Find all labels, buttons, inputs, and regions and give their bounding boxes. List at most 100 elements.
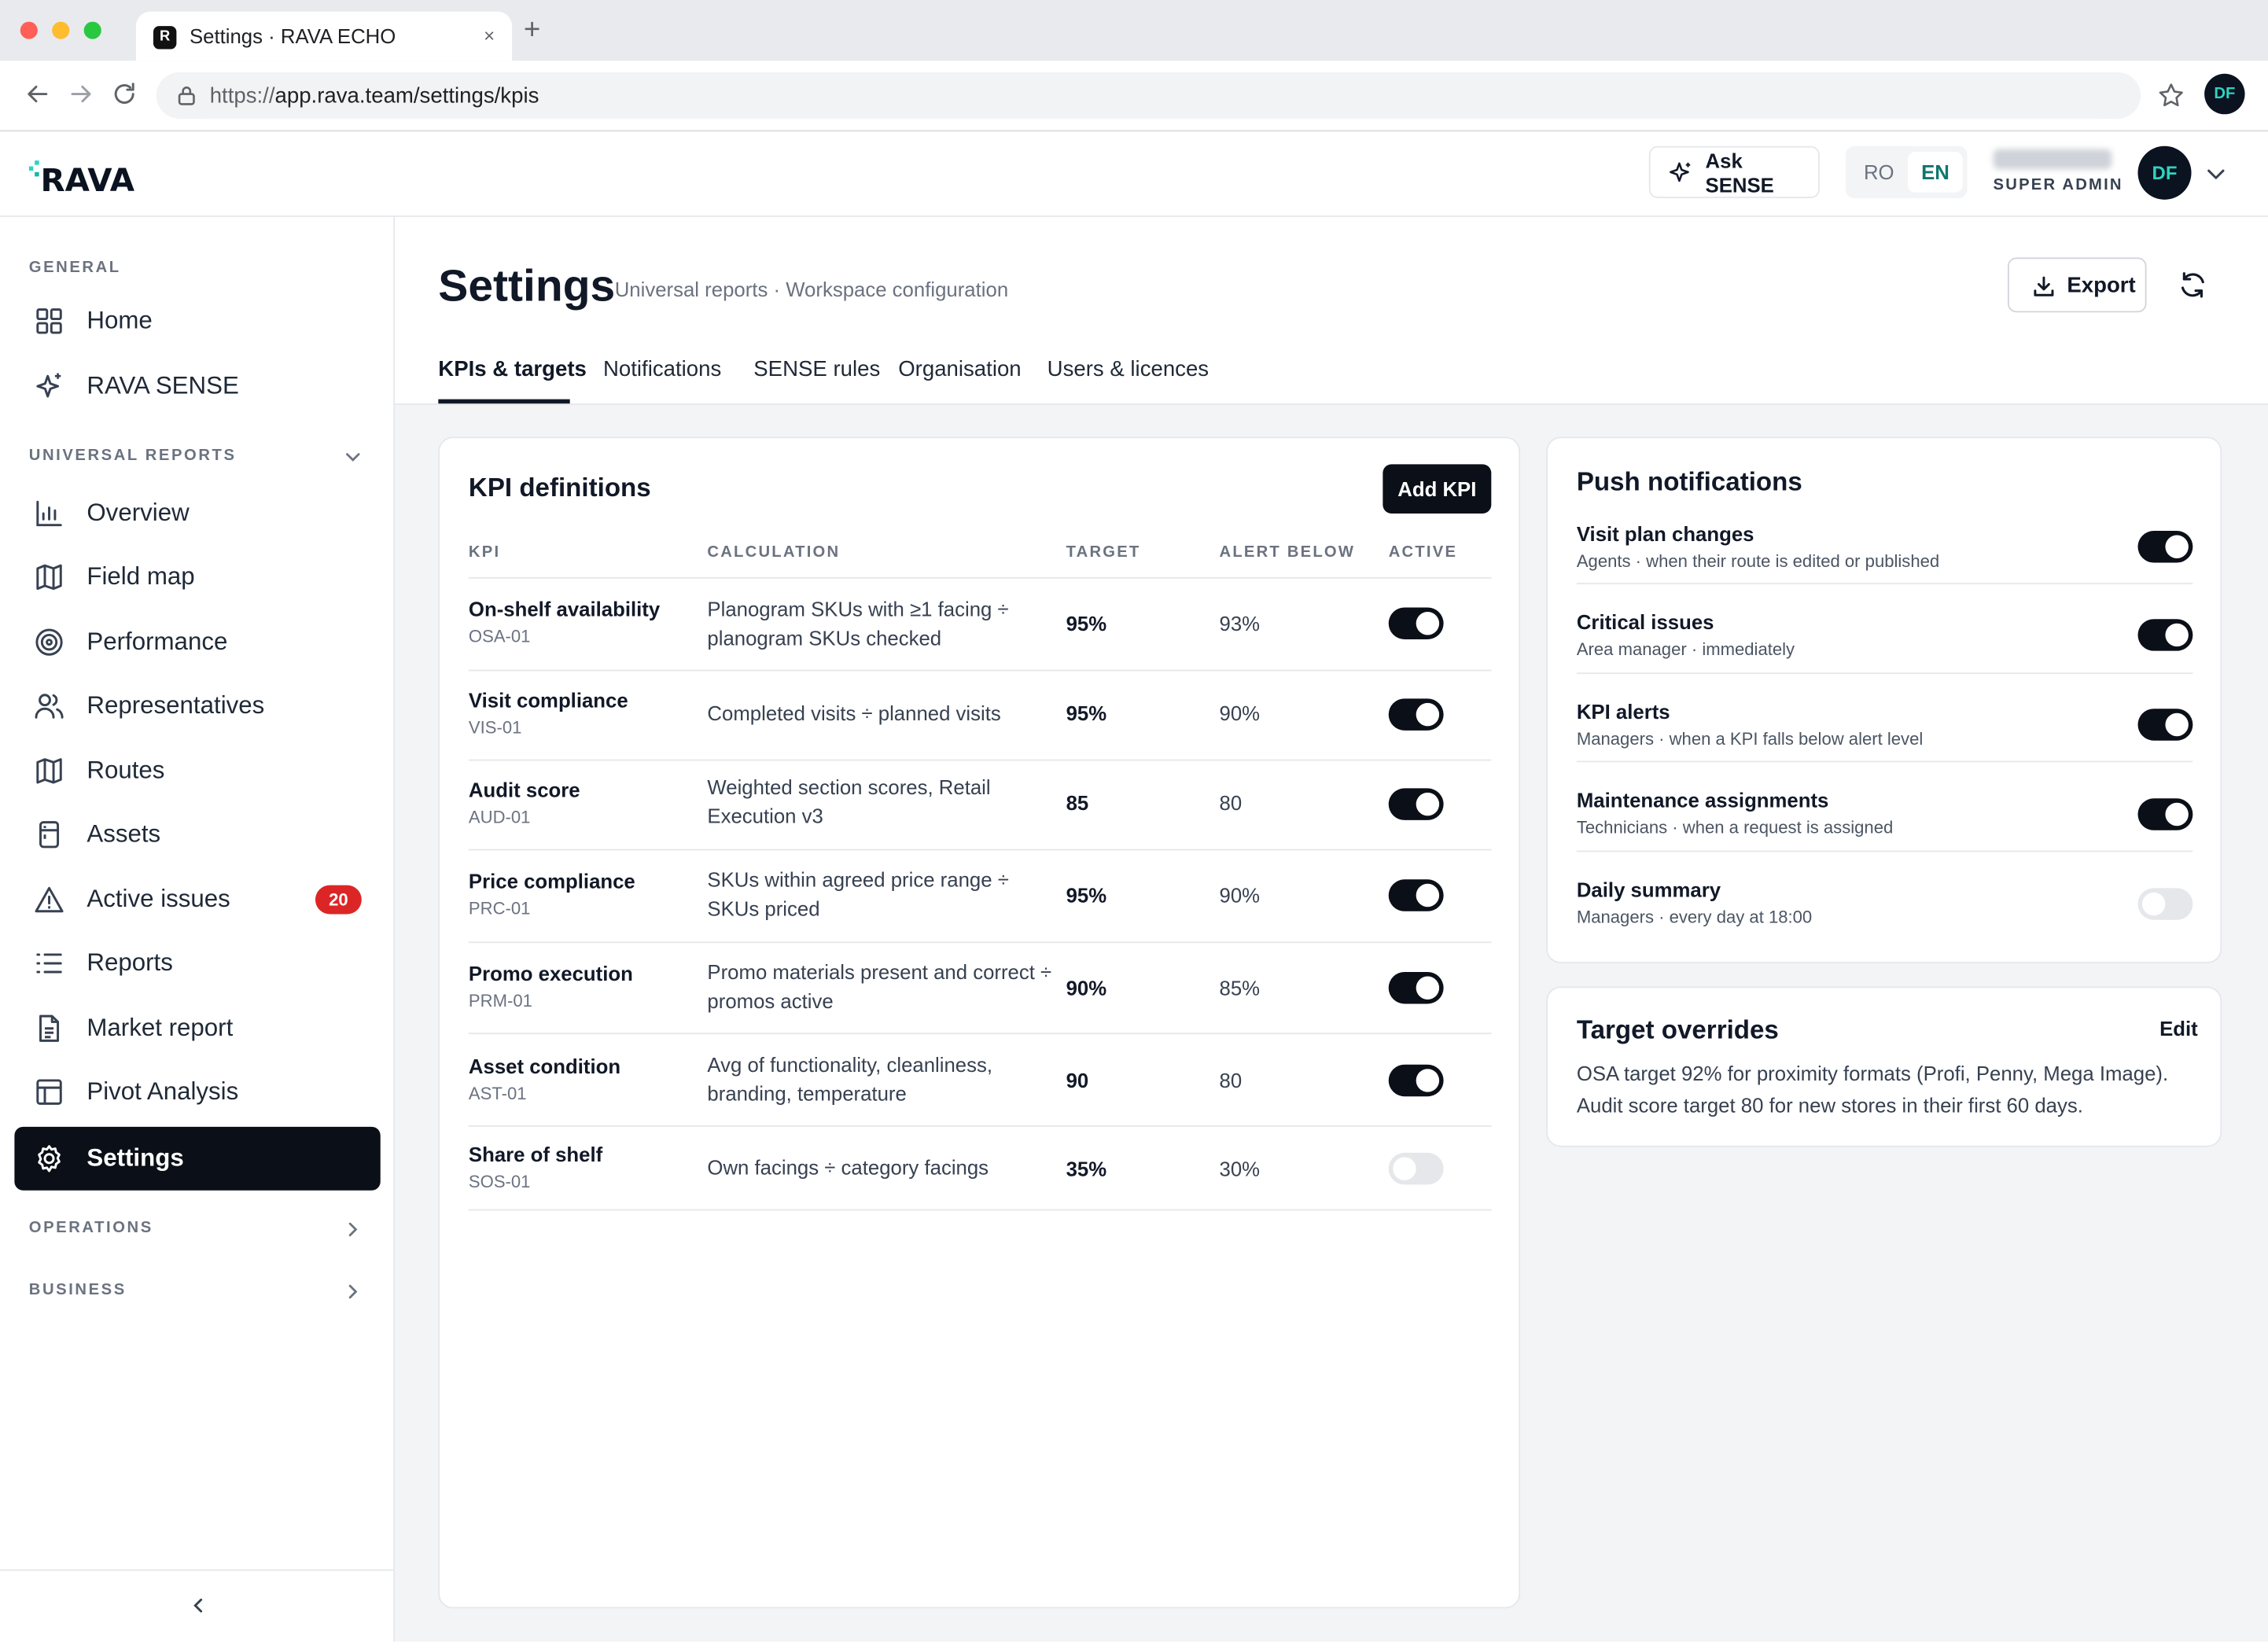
notification-toggle[interactable]: [2137, 798, 2193, 830]
kpi-active-toggle[interactable]: [1388, 1064, 1444, 1097]
lang-en-option[interactable]: EN: [1908, 152, 1963, 193]
kpi-active-toggle[interactable]: [1388, 607, 1444, 639]
sidebar-item-field-map[interactable]: Field map: [14, 545, 380, 609]
chevron-right-icon[interactable]: [343, 1282, 363, 1302]
add-kpi-button[interactable]: Add KPI: [1383, 464, 1492, 514]
col-active: ACTIVE: [1388, 543, 1458, 561]
user-avatar[interactable]: DF: [2137, 145, 2192, 200]
notification-toggle[interactable]: [2137, 619, 2193, 651]
sidebar-item-home[interactable]: Home: [14, 289, 380, 353]
sidebar-item-routes[interactable]: Routes: [14, 739, 380, 803]
collapse-sidebar-icon[interactable]: [188, 1596, 208, 1616]
kpi-target[interactable]: 95%: [1066, 612, 1107, 635]
push-notifications-card: Push notifications Visit plan changes Ag…: [1546, 436, 2222, 963]
kpi-target[interactable]: 85: [1066, 791, 1089, 814]
kpi-alert[interactable]: 90%: [1220, 701, 1261, 724]
kpi-active-toggle[interactable]: [1388, 972, 1444, 1004]
notification-row: Visit plan changes Agents · when their r…: [1576, 522, 2193, 612]
kpi-code: AST-01: [468, 1083, 527, 1104]
sense-label: SENSE: [1705, 173, 1774, 197]
sidebar-item-active-issues[interactable]: Active issues 20: [14, 868, 380, 932]
notification-toggle[interactable]: [2137, 709, 2193, 741]
chevron-down-icon[interactable]: [343, 447, 363, 467]
sidebar-item-performance[interactable]: Performance: [14, 610, 380, 674]
browser-profile-avatar[interactable]: DF: [2204, 73, 2245, 115]
bookmark-star-icon[interactable]: [2156, 81, 2185, 110]
sidebar-item-reports[interactable]: Reports: [14, 932, 380, 996]
minimize-window-dot[interactable]: [52, 21, 70, 39]
sidebar-item-representatives[interactable]: Representatives: [14, 674, 380, 738]
forward-arrow-icon[interactable]: [67, 79, 96, 109]
kpi-alert[interactable]: 85%: [1220, 977, 1261, 1000]
users-icon: [35, 694, 64, 719]
chevron-down-icon[interactable]: [2204, 162, 2227, 185]
sidebar-item-assets[interactable]: Assets: [14, 803, 380, 867]
tab-kpis-targets[interactable]: KPIs & targets: [438, 357, 587, 381]
url-field[interactable]: https://app.rava.team/settings/kpis: [156, 72, 2141, 119]
notification-toggle[interactable]: [2137, 888, 2193, 920]
kpi-active-toggle[interactable]: [1388, 788, 1444, 820]
notification-description: Managers · when a KPI falls below alert …: [1576, 729, 1924, 749]
list-icon: [36, 953, 62, 974]
table-row[interactable]: Visit compliance VIS-01 Completed visits…: [469, 671, 1491, 762]
kpi-active-toggle[interactable]: [1388, 1152, 1444, 1185]
sidebar-item-market-report[interactable]: Market report: [14, 996, 380, 1060]
lang-ro-option[interactable]: RO: [1851, 152, 1906, 193]
kpi-alert[interactable]: 93%: [1220, 612, 1261, 635]
export-button[interactable]: Export: [2007, 257, 2147, 313]
kpi-code: PRM-01: [468, 990, 532, 1011]
sidebar-item-overview[interactable]: Overview: [14, 481, 380, 545]
table-row[interactable]: Share of shelf SOS-01 Own facings ÷ cate…: [469, 1127, 1491, 1218]
table-row[interactable]: Promo execution PRM-01 Promo materials p…: [469, 943, 1491, 1034]
kpi-active-toggle[interactable]: [1388, 879, 1444, 911]
browser-tab[interactable]: R Settings · RAVA ECHO ×: [135, 11, 513, 61]
kpi-alert[interactable]: 30%: [1220, 1157, 1261, 1180]
kpi-code: PRC-01: [468, 898, 531, 919]
kpi-target[interactable]: 95%: [1066, 701, 1107, 724]
ask-sense-button[interactable]: Ask SENSE: [1648, 145, 1820, 198]
kpi-active-toggle[interactable]: [1388, 698, 1444, 731]
kpi-alert[interactable]: 80: [1220, 791, 1243, 814]
kpi-target[interactable]: 95%: [1066, 884, 1107, 907]
kpi-target[interactable]: 90%: [1066, 977, 1107, 1000]
table-row[interactable]: On-shelf availability OSA-01 Planogram S…: [469, 579, 1491, 670]
close-window-dot[interactable]: [20, 21, 38, 39]
tab-organisation[interactable]: Organisation: [898, 357, 1021, 381]
section-business[interactable]: BUSINESS: [29, 1282, 127, 1299]
back-arrow-icon[interactable]: [23, 79, 52, 109]
divider: [1576, 672, 2193, 675]
maximize-window-dot[interactable]: [83, 21, 101, 39]
sidebar-item-pivot-analysis[interactable]: Pivot Analysis: [14, 1060, 380, 1124]
page-subtitle: Universal reports · Workspace configurat…: [614, 278, 1009, 301]
col-kpi: KPI: [468, 543, 501, 561]
sidebar-item-label: Pivot Analysis: [87, 1077, 239, 1106]
chevron-right-icon[interactable]: [343, 1220, 363, 1240]
new-tab-icon[interactable]: +: [524, 13, 540, 48]
tab-users-licences[interactable]: Users & licences: [1047, 357, 1209, 381]
refresh-icon[interactable]: [2177, 269, 2208, 300]
table-icon: [36, 1079, 62, 1105]
kpi-alert[interactable]: 80: [1220, 1069, 1243, 1092]
tab-sense-rules[interactable]: SENSE rules: [753, 357, 880, 381]
sidebar-item-rava-sense[interactable]: RAVA SENSE: [14, 355, 380, 418]
sidebar-item-settings[interactable]: Settings: [14, 1126, 381, 1191]
user-role: SUPER ADMIN: [1993, 176, 2123, 194]
notification-toggle[interactable]: [2137, 531, 2193, 563]
kpi-target[interactable]: 35%: [1066, 1157, 1107, 1180]
kpi-name: Audit score: [468, 778, 580, 801]
table-row[interactable]: Asset condition AST-01 Avg of functional…: [469, 1034, 1491, 1125]
overrides-text: OSA target 92% for proximity formats (Pr…: [1576, 1062, 2169, 1117]
reload-icon[interactable]: [110, 79, 139, 109]
table-row[interactable]: Audit score AUD-01 Weighted section scor…: [469, 760, 1491, 852]
kpi-alert[interactable]: 90%: [1220, 884, 1261, 907]
language-switch: RO EN: [1845, 145, 1968, 198]
kpi-target[interactable]: 90: [1066, 1069, 1089, 1092]
section-operations[interactable]: OPERATIONS: [29, 1220, 153, 1237]
edit-overrides-link[interactable]: Edit: [2159, 1017, 2198, 1040]
notification-row: Daily summary Managers · every day at 18…: [1577, 878, 2193, 967]
sidebar-item-label: Representatives: [87, 691, 265, 720]
tab-close-icon[interactable]: ×: [484, 24, 495, 46]
table-row[interactable]: Price compliance PRC-01 SKUs within agre…: [469, 851, 1491, 942]
rava-logo[interactable]: RAVA: [28, 157, 151, 195]
tab-notifications[interactable]: Notifications: [603, 357, 721, 381]
